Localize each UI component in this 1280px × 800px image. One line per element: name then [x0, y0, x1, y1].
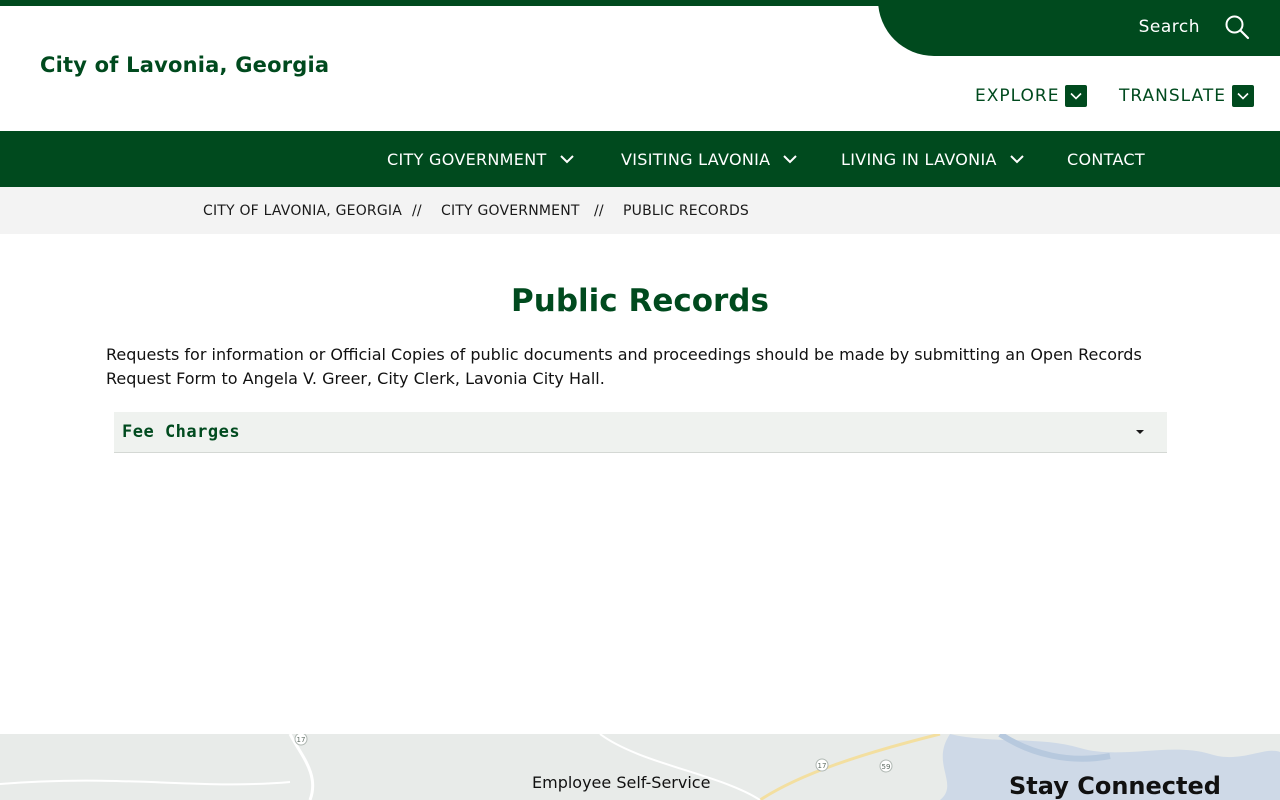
breadcrumb-home-link[interactable]: CITY OF LAVONIA, GEORGIA	[203, 203, 402, 219]
breadcrumb-city-government-link[interactable]: CITY GOVERNMENT	[441, 203, 580, 219]
nav-item-living-in-lavonia[interactable]: LIVING IN LAVONIA	[841, 131, 1025, 187]
explore-label: EXPLORE	[975, 86, 1060, 106]
chevron-down-icon	[1070, 92, 1083, 100]
fee-charges-accordion[interactable]: Fee Charges	[114, 412, 1167, 453]
svg-text:17: 17	[818, 762, 827, 770]
route-marker: 59	[879, 759, 893, 773]
nav-item-label: LIVING IN LAVONIA	[841, 149, 997, 169]
footer: 17 17 59 Employee Self-Service Stay Conn…	[0, 734, 1280, 800]
chevron-down-icon	[1010, 155, 1024, 164]
accordion-title: Fee Charges	[122, 422, 241, 442]
translate-label: TRANSLATE	[1119, 86, 1226, 106]
nav-item-visiting-lavonia[interactable]: VISITING LAVONIA	[621, 131, 798, 187]
search-label: Search	[1138, 17, 1200, 37]
breadcrumb-separator: //	[594, 203, 604, 219]
chevron-down-icon	[1237, 92, 1249, 100]
translate-chevron-box	[1231, 85, 1254, 107]
nav-item-city-government[interactable]: CITY GOVERNMENT	[387, 131, 575, 187]
search-icon	[1225, 15, 1250, 40]
search-tab: Search	[878, 0, 1280, 56]
svg-text:59: 59	[882, 763, 891, 771]
explore-chevron-box	[1065, 85, 1088, 107]
site-title[interactable]: City of Lavonia, Georgia	[40, 53, 329, 77]
chevron-down-icon	[559, 155, 574, 164]
employee-self-service-link[interactable]: Employee Self-Service	[532, 773, 710, 792]
chevron-down-icon	[783, 155, 798, 164]
stay-connected-heading: Stay Connected	[1009, 772, 1221, 800]
main-navigation: CITY GOVERNMENT VISITING LAVONIA LIVING …	[0, 131, 1280, 187]
route-marker: 17	[294, 734, 308, 746]
caret-down-icon	[1136, 430, 1144, 434]
breadcrumb-separator: //	[412, 203, 422, 219]
breadcrumb: CITY OF LAVONIA, GEORGIA // CITY GOVERNM…	[0, 187, 1280, 234]
intro-paragraph: Requests for information or Official Cop…	[106, 345, 1142, 388]
route-marker: 17	[815, 758, 829, 772]
page-title: Public Records	[511, 283, 769, 319]
nav-item-label: CITY GOVERNMENT	[387, 149, 547, 169]
nav-item-label: VISITING LAVONIA	[621, 149, 771, 169]
search-button[interactable]: Search	[1139, 14, 1250, 40]
translate-button[interactable]: TRANSLATE	[1119, 85, 1254, 107]
svg-text:17: 17	[297, 736, 306, 744]
nav-item-label: CONTACT	[1067, 149, 1145, 169]
explore-button[interactable]: EXPLORE	[975, 85, 1088, 107]
nav-item-contact[interactable]: CONTACT	[1067, 131, 1145, 187]
breadcrumb-current-page: PUBLIC RECORDS	[623, 203, 750, 219]
